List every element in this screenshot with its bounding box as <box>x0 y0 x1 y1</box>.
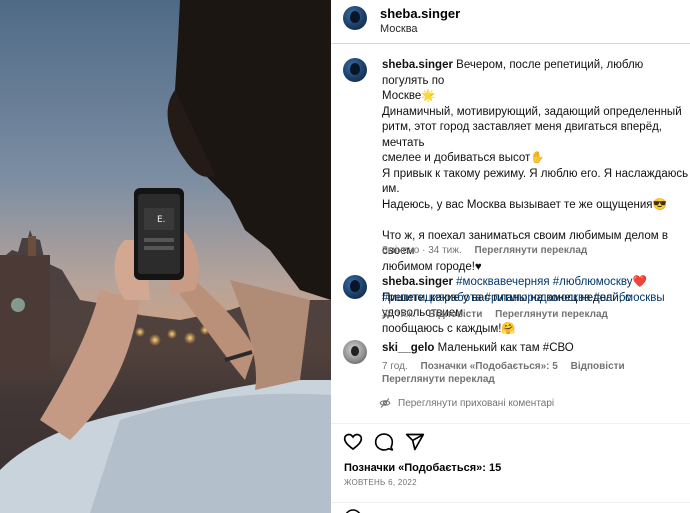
heart-icon[interactable] <box>343 432 363 452</box>
hashtag-comment-meta: 35 тиж. Відповісти Переглянути переклад <box>382 309 618 320</box>
caption-meta: Змінено · 34 тиж. Переглянути переклад <box>382 245 597 256</box>
post-location[interactable]: Москва <box>380 23 418 35</box>
hashtag-comment-time[interactable]: 35 тиж. <box>382 309 416 320</box>
emoji-icon[interactable] <box>343 508 363 513</box>
post-photo[interactable]: E. <box>0 0 331 513</box>
caption-line: Москве🌟 <box>382 90 436 102</box>
user-comment-meta-2: Переглянути переклад <box>382 374 505 385</box>
hashtag-comment-translate[interactable]: Переглянути переклад <box>495 309 608 320</box>
user-comment-reply[interactable]: Відповісти <box>571 361 625 372</box>
share-icon[interactable] <box>405 432 425 452</box>
eye-off-icon <box>379 398 391 408</box>
comment-icon[interactable] <box>374 432 394 452</box>
hashtag-line[interactable]: #репетицияработа #ритмгородамосква #вайб… <box>382 292 665 304</box>
caption-line: Я привык к такому режиму. Я люблю его. Я… <box>382 167 689 196</box>
caption-avatar[interactable] <box>343 58 367 82</box>
caption-comment: sheba.singer Вечером, после репетиций, л… <box>343 56 689 335</box>
instagram-post-view: E. sheba.singer Москва sheba.singer Вече… <box>0 0 690 513</box>
user-comment-meta: 7 год. Позначки «Подобається»: 5 Відпові… <box>382 361 635 372</box>
user-comment: ski__gelo Маленький как там #СВО 7 год. … <box>343 340 688 388</box>
caption-edited: Змінено · 34 тиж. <box>382 245 462 256</box>
caption-username[interactable]: sheba.singer <box>382 59 453 71</box>
hashtag-comment-text: sheba.singer #москвавечерняя #люблюмоскв… <box>382 275 690 306</box>
hashtag-comment-username[interactable]: sheba.singer <box>382 276 453 288</box>
post-side-panel: sheba.singer Москва sheba.singer Вечером… <box>331 0 690 513</box>
hashtag-comment-reply[interactable]: Відповісти <box>428 309 482 320</box>
caption-translate-link[interactable]: Переглянути переклад <box>475 245 588 256</box>
caption-line: любимом городе!♥ <box>382 260 482 273</box>
author-avatar[interactable] <box>343 6 367 30</box>
commenter-username[interactable]: ski__gelo <box>382 342 434 354</box>
post-likes-count[interactable]: Позначки «Подобається»: 15 <box>344 462 501 474</box>
post-date: ЖОВТЕНЬ 6, 2022 <box>344 478 417 487</box>
divider <box>331 502 690 503</box>
user-comment-translate[interactable]: Переглянути переклад <box>382 374 495 385</box>
view-hidden-comments-link[interactable]: Переглянути приховані коментарі <box>398 398 554 409</box>
author-username[interactable]: sheba.singer <box>380 6 460 21</box>
caption-line: Динамичный, мотивирующий, задающий опред… <box>382 105 682 118</box>
hashtag-line[interactable]: #москвавечерняя #люблюмоскву❤️ <box>456 276 647 288</box>
caption-line: ритм, этот город заставляет меня двигать… <box>382 121 662 149</box>
user-comment-time[interactable]: 7 год. <box>382 361 408 372</box>
hashtag-comment-avatar[interactable] <box>343 275 367 299</box>
caption-line: смелее и добиваться высот✋ <box>382 152 545 164</box>
phone-screen-label: E. <box>157 215 166 225</box>
post-actions: Позначки «Подобається»: 15 ЖОВТЕНЬ 6, 20… <box>331 423 690 513</box>
commenter-avatar[interactable] <box>343 340 367 364</box>
user-comment-text: ski__gelo Маленький как там #СВО <box>382 341 690 357</box>
caption-line: Надеюсь, у вас Москва вызывает те же ощу… <box>382 198 667 211</box>
user-comment-body: Маленький как там #СВО <box>437 342 574 354</box>
hashtag-comment: sheba.singer #москвавечерняя #люблюмоскв… <box>343 272 688 327</box>
post-header: sheba.singer Москва <box>331 0 690 44</box>
user-comment-likes[interactable]: Позначки «Подобається»: 5 <box>421 361 558 372</box>
photo-illustration: E. <box>0 0 331 513</box>
